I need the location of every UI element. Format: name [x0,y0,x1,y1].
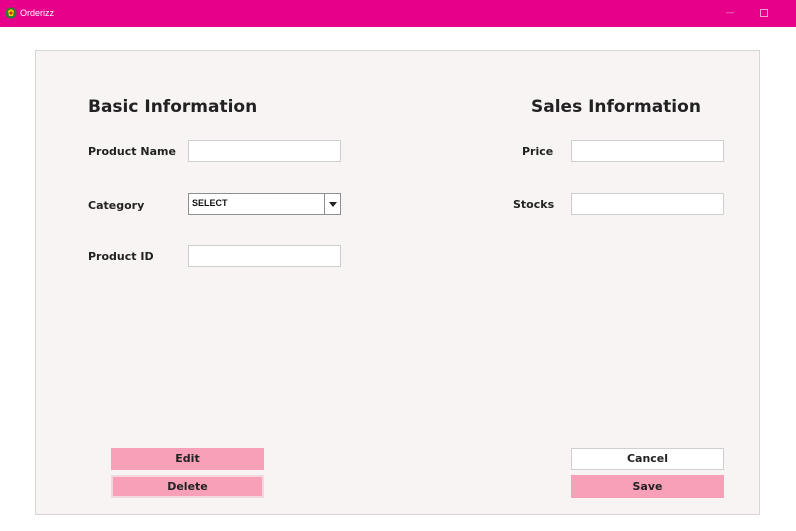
minimize-button[interactable]: — [723,6,737,20]
category-select[interactable]: SELECT [188,193,341,215]
title-bar: Orderizz — [0,0,796,27]
delete-button[interactable]: Delete [111,475,264,498]
app-logo-icon [5,7,17,19]
minimize-icon: — [725,8,735,18]
cancel-button[interactable]: Cancel [571,448,724,470]
category-label: Category [88,199,145,212]
sales-information-heading: Sales Information [531,97,701,117]
product-name-label: Product Name [88,145,176,158]
product-name-input[interactable] [188,140,341,162]
price-input[interactable] [571,140,724,162]
maximize-icon [760,9,768,17]
edit-button[interactable]: Edit [111,448,264,470]
maximize-button[interactable] [757,6,771,20]
product-id-label: Product ID [88,250,154,263]
chevron-down-icon [329,202,337,207]
basic-information-heading: Basic Information [88,97,258,117]
price-label: Price [522,145,554,158]
stocks-input[interactable] [571,193,724,215]
window-title: Orderizz [20,8,55,18]
product-form-panel: Basic Information Product Name Category … [35,50,760,515]
product-id-input[interactable] [188,245,341,267]
category-dropdown-button[interactable] [324,194,340,214]
save-button[interactable]: Save [571,475,724,498]
category-selected-value: SELECT [192,198,228,208]
stocks-label: Stocks [513,198,555,211]
